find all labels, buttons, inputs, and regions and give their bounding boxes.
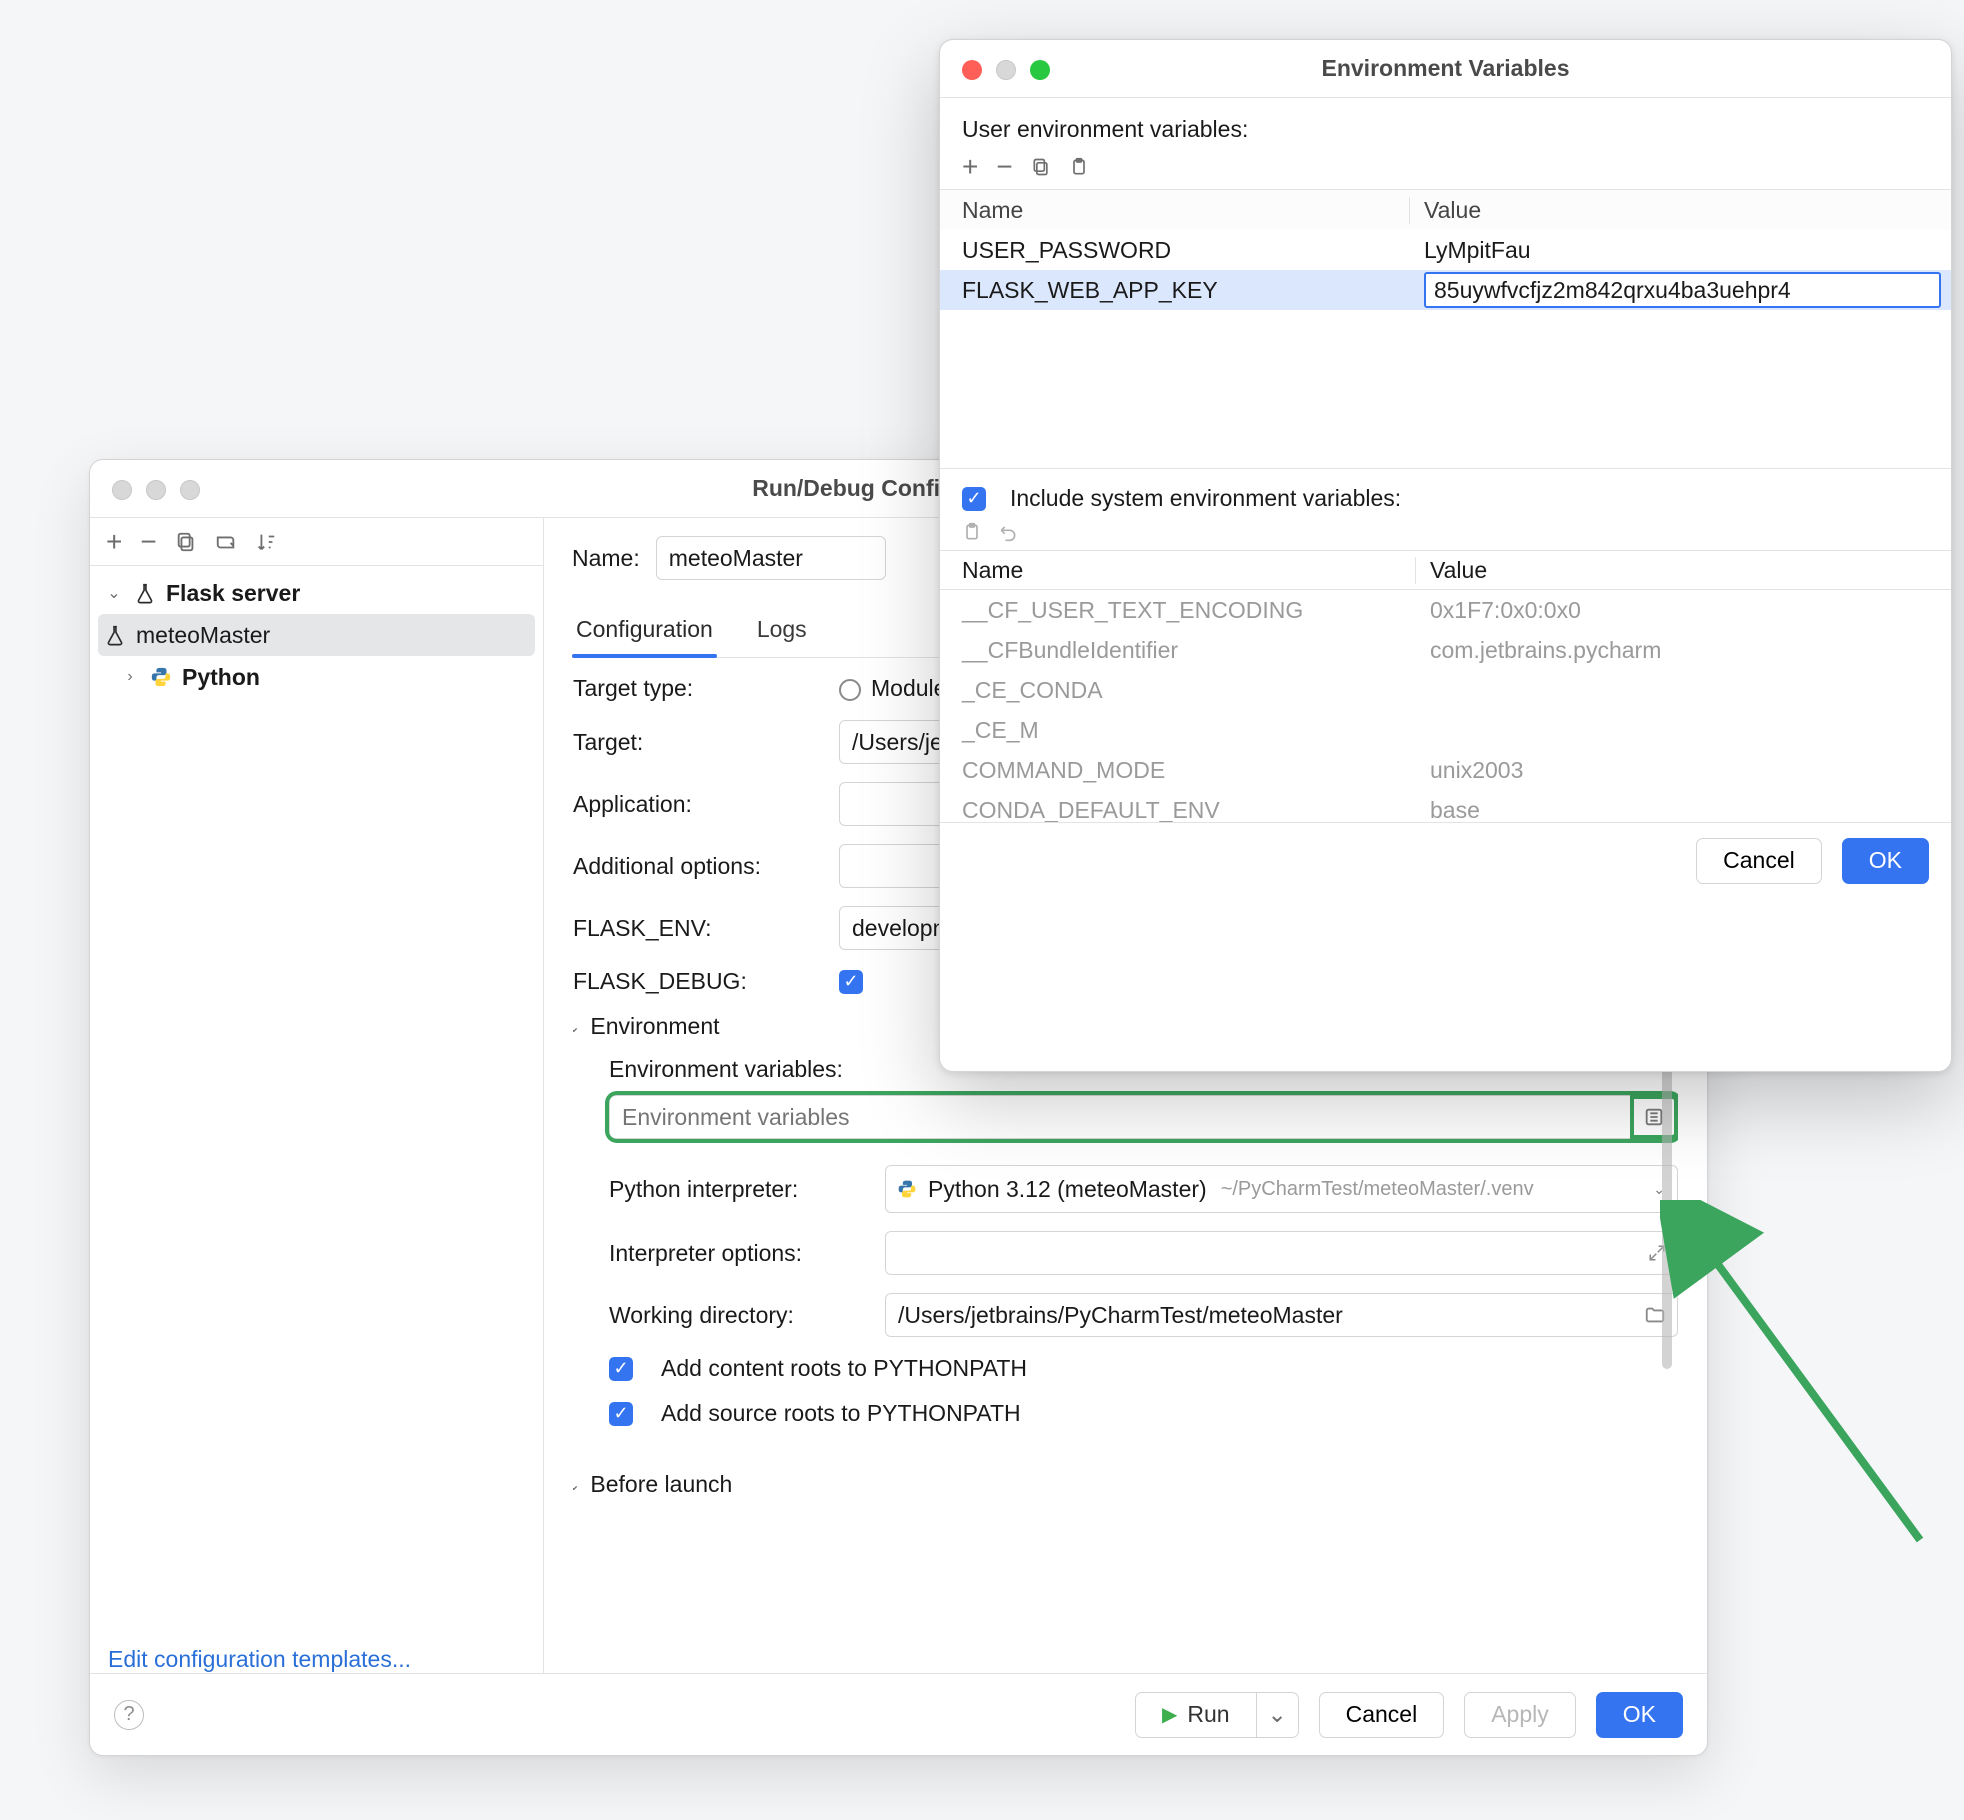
system-vars-table: __CF_USER_TEXT_ENCODING0x1F7:0x0:0x0 __C… [940,590,1951,822]
traffic-lights [112,480,200,500]
table-row[interactable]: _CE_CONDA [940,670,1951,710]
python-interpreter-select[interactable]: Python 3.12 (meteoMaster) ~/PyCharmTest/… [885,1165,1678,1213]
tree-label: meteoMaster [136,622,270,649]
env-ok-button[interactable]: OK [1842,838,1929,884]
python-icon [150,666,172,688]
copy-config-button[interactable] [175,531,197,553]
before-launch-section-header[interactable]: ⌄ Before launch [572,1471,1678,1498]
col-value: Value [1410,197,1951,224]
edit-templates-link[interactable]: Edit configuration templates... [108,1646,411,1672]
ok-button[interactable]: OK [1596,1692,1683,1738]
traffic-lights [962,60,1050,80]
col-name: Name [940,557,1416,584]
flask-env-label: FLASK_ENV: [573,915,823,942]
remove-var-button[interactable]: − [996,153,1012,181]
flask-icon [104,624,126,646]
table-row[interactable]: USER_PASSWORD LyMpitFau [940,230,1951,270]
table-header: Name Value [940,190,1951,230]
flask-debug-label: FLASK_DEBUG: [573,968,823,995]
target-type-label: Target type: [573,675,823,702]
additional-options-label: Additional options: [573,853,823,880]
tree-item-meteomaster[interactable]: meteoMaster [98,614,535,656]
application-label: Application: [573,791,823,818]
user-vars-toolbar: + − [940,153,1951,189]
env-cancel-button[interactable]: Cancel [1696,838,1822,884]
table-row[interactable]: __CF_USER_TEXT_ENCODING0x1F7:0x0:0x0 [940,590,1951,630]
name-input[interactable] [656,536,886,580]
include-system-checkbox[interactable] [962,487,986,511]
python-interpreter-label: Python interpreter: [609,1176,869,1203]
env-variables-input[interactable] [609,1095,1630,1139]
minimize-icon[interactable] [146,480,166,500]
copy-sys-button[interactable] [962,522,982,542]
paste-var-button[interactable] [1069,157,1089,177]
close-icon[interactable] [962,60,982,80]
interpreter-path: ~/PyCharmTest/meteoMaster/.venv [1221,1178,1534,1201]
copy-var-button[interactable] [1031,157,1051,177]
remove-config-button[interactable]: − [140,528,156,556]
run-button-group: ▶ Run ⌄ [1135,1692,1299,1738]
name-label: Name: [572,545,640,572]
target-label: Target: [573,729,823,756]
user-vars-label: User environment variables: [940,98,1951,153]
env-titlebar: Environment Variables [940,40,1951,98]
sort-button[interactable] [255,531,277,553]
dialog-footer: ? ▶ Run ⌄ Cancel Apply OK [90,1673,1707,1755]
value-edit-cell[interactable]: 85uywfvcfjz2m842qrxu4ba3uehpr4 [1424,272,1941,308]
user-vars-table: Name Value USER_PASSWORD LyMpitFau FLASK… [940,189,1951,469]
col-value: Value [1416,557,1951,584]
col-name: Name [940,197,1410,224]
cancel-button[interactable]: Cancel [1319,1692,1445,1738]
tree-group-flask-server[interactable]: ⌄ Flask server [90,572,543,614]
play-icon: ▶ [1162,1702,1177,1727]
add-content-roots-label: Add content roots to PYTHONPATH [661,1355,1027,1382]
table-row[interactable]: FLASK_WEB_APP_KEY 85uywfvcfjz2m842qrxu4b… [940,270,1951,310]
table-row[interactable]: _CE_M [940,710,1951,750]
close-icon[interactable] [112,480,132,500]
run-dropdown-button[interactable]: ⌄ [1257,1692,1299,1738]
tab-logs[interactable]: Logs [753,604,811,657]
flask-icon [134,582,156,604]
fullscreen-icon[interactable] [1030,60,1050,80]
interpreter-options-label: Interpreter options: [609,1240,869,1267]
working-directory-input[interactable] [885,1293,1678,1337]
help-button[interactable]: ? [114,1700,144,1730]
configurations-sidebar: + − ⌄ Flask server [90,518,544,1673]
add-source-roots-label: Add source roots to PYTHONPATH [661,1400,1021,1427]
tree-group-python[interactable]: › Python [90,656,543,698]
interpreter-options-input[interactable] [885,1231,1678,1275]
env-window-title: Environment Variables [1322,55,1570,82]
env-dialog-footer: Cancel OK [940,822,1951,898]
working-directory-label: Working directory: [609,1302,869,1329]
config-tree: ⌄ Flask server meteoMaster › [90,566,543,698]
table-row[interactable]: COMMAND_MODEunix2003 [940,750,1951,790]
add-source-roots-checkbox[interactable] [609,1402,633,1426]
undo-sys-button[interactable] [998,522,1018,542]
tree-label: Python [182,664,260,691]
python-icon [896,1178,918,1200]
environment-variables-dialog: Environment Variables User environment v… [939,39,1952,1072]
table-row[interactable]: __CFBundleIdentifiercom.jetbrains.pychar… [940,630,1951,670]
tree-label: Flask server [166,580,300,607]
add-content-roots-checkbox[interactable] [609,1357,633,1381]
include-system-row: Include system environment variables: [940,469,1951,522]
system-vars-toolbar [940,522,1951,550]
scrollbar[interactable] [1662,1029,1672,1369]
save-as-template-button[interactable] [215,531,237,553]
flask-debug-checkbox[interactable] [839,970,863,994]
sidebar-toolbar: + − [90,518,543,566]
apply-button[interactable]: Apply [1464,1692,1576,1738]
run-button[interactable]: ▶ Run [1135,1692,1257,1738]
include-system-label: Include system environment variables: [1010,485,1401,512]
table-row[interactable]: CONDA_DEFAULT_ENVbase [940,790,1951,822]
fullscreen-icon[interactable] [180,480,200,500]
tab-configuration[interactable]: Configuration [572,604,717,657]
system-vars-header: Name Value [940,550,1951,590]
add-var-button[interactable]: + [962,153,978,181]
interpreter-name: Python 3.12 (meteoMaster) [928,1176,1207,1203]
env-variables-field [609,1095,1678,1139]
add-config-button[interactable]: + [106,528,122,556]
minimize-icon[interactable] [996,60,1016,80]
